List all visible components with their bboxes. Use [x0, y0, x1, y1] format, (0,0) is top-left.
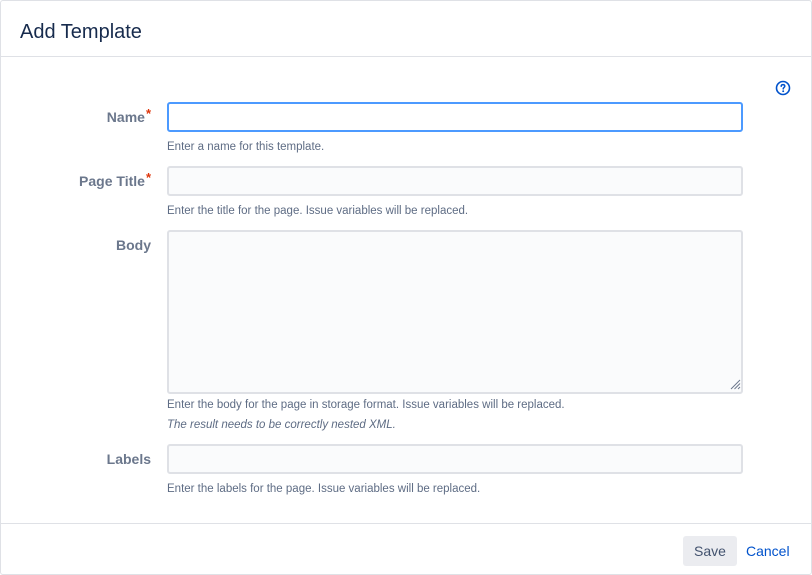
body-textarea[interactable] [167, 230, 743, 394]
labels-hint: Enter the labels for the page. Issue var… [167, 483, 481, 495]
cancel-link[interactable]: Cancel [746, 543, 790, 559]
dialog-header: Add Template [1, 1, 811, 57]
page-title-input[interactable] [167, 166, 743, 196]
name-hint: Enter a name for this template. [167, 141, 325, 153]
labels-label: Labels [106, 451, 151, 467]
name-label: Name* [106, 106, 151, 125]
resize-grip-icon[interactable] [729, 378, 741, 390]
body-hint: Enter the body for the page in storage f… [167, 399, 565, 411]
dialog-footer: Save Cancel [1, 523, 811, 575]
help-circle-icon[interactable] [775, 80, 791, 96]
page-title-label: Page Title* [79, 170, 151, 189]
name-input[interactable] [167, 102, 743, 132]
labels-input[interactable] [167, 444, 743, 474]
page-title-hint: Enter the title for the page. Issue vari… [167, 205, 469, 217]
body-hint-note: The result needs to be correctly nested … [167, 419, 396, 431]
required-marker: * [145, 106, 151, 121]
required-marker: * [145, 170, 151, 185]
add-template-dialog: Add Template Name* Enter a name for this… [0, 0, 812, 575]
dialog-title: Add Template [20, 21, 142, 43]
body-label: Body [116, 237, 151, 253]
save-button[interactable]: Save [683, 536, 737, 566]
